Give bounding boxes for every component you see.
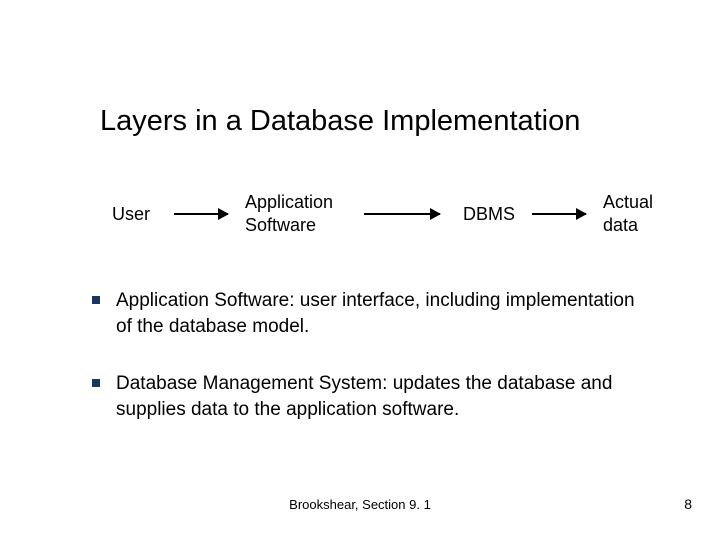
node-actual-data: Actual data [603, 191, 653, 236]
slide: Layers in a Database Implementation User… [0, 0, 720, 540]
bullet-item: Database Management System: updates the … [88, 371, 648, 422]
bullet-item: Application Software: user interface, in… [88, 288, 648, 339]
page-number: 8 [684, 496, 692, 512]
arrow-dbms-to-data [532, 213, 586, 215]
node-user: User [112, 203, 150, 226]
arrow-appsoft-to-dbms [364, 213, 440, 215]
appsoft-line2: Software [245, 215, 316, 235]
node-dbms: DBMS [463, 203, 515, 226]
arrow-user-to-appsoft [174, 213, 228, 215]
bullet-marker-icon [92, 379, 100, 387]
node-application-software: Application Software [245, 191, 333, 236]
bullet-marker-icon [92, 296, 100, 304]
slide-title: Layers in a Database Implementation [100, 105, 580, 138]
bullet-text: Database Management System: updates the … [116, 373, 612, 420]
actual-line1: Actual [603, 192, 653, 212]
bullet-list: Application Software: user interface, in… [88, 288, 648, 455]
footer-text: Brookshear, Section 9. 1 [0, 497, 720, 512]
appsoft-line1: Application [245, 192, 333, 212]
bullet-text: Application Software: user interface, in… [116, 290, 635, 337]
layers-diagram: User Application Software DBMS Actual da… [100, 185, 660, 245]
actual-line2: data [603, 215, 638, 235]
